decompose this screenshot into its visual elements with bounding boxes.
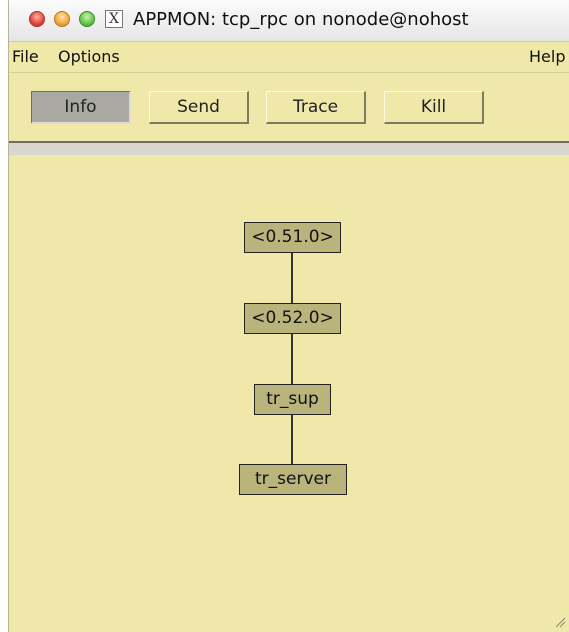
menu-file[interactable]: File [12, 47, 39, 66]
process-node[interactable]: <0.52.0> [244, 303, 341, 334]
toolbar: Info Send Trace Kill [9, 73, 569, 141]
zoom-window-button[interactable] [79, 11, 95, 27]
close-window-button[interactable] [29, 11, 45, 27]
info-button[interactable]: Info [31, 91, 131, 124]
tree-edge [291, 253, 293, 303]
trace-button[interactable]: Trace [266, 91, 366, 124]
menu-bar: File Options Help [9, 42, 569, 73]
kill-button[interactable]: Kill [384, 91, 484, 124]
toolbar-separator [9, 141, 569, 155]
window-title: APPMON: tcp_rpc on nonode@nohost [133, 9, 469, 30]
x11-icon: X [105, 10, 123, 28]
process-node[interactable]: tr_server [239, 464, 347, 495]
title-bar: X APPMON: tcp_rpc on nonode@nohost [9, 0, 569, 42]
process-tree-canvas: <0.51.0> <0.52.0> tr_sup tr_server [9, 155, 569, 632]
send-button[interactable]: Send [149, 91, 249, 124]
appmon-window: X APPMON: tcp_rpc on nonode@nohost File … [8, 0, 569, 632]
process-node[interactable]: <0.51.0> [244, 222, 341, 253]
resize-grip-icon[interactable] [554, 616, 566, 628]
tree-edge [291, 334, 293, 384]
menu-help[interactable]: Help [529, 47, 565, 66]
menu-options[interactable]: Options [58, 47, 120, 66]
tree-edge [291, 414, 293, 464]
process-node[interactable]: tr_sup [254, 384, 331, 415]
minimize-window-button[interactable] [54, 11, 70, 27]
